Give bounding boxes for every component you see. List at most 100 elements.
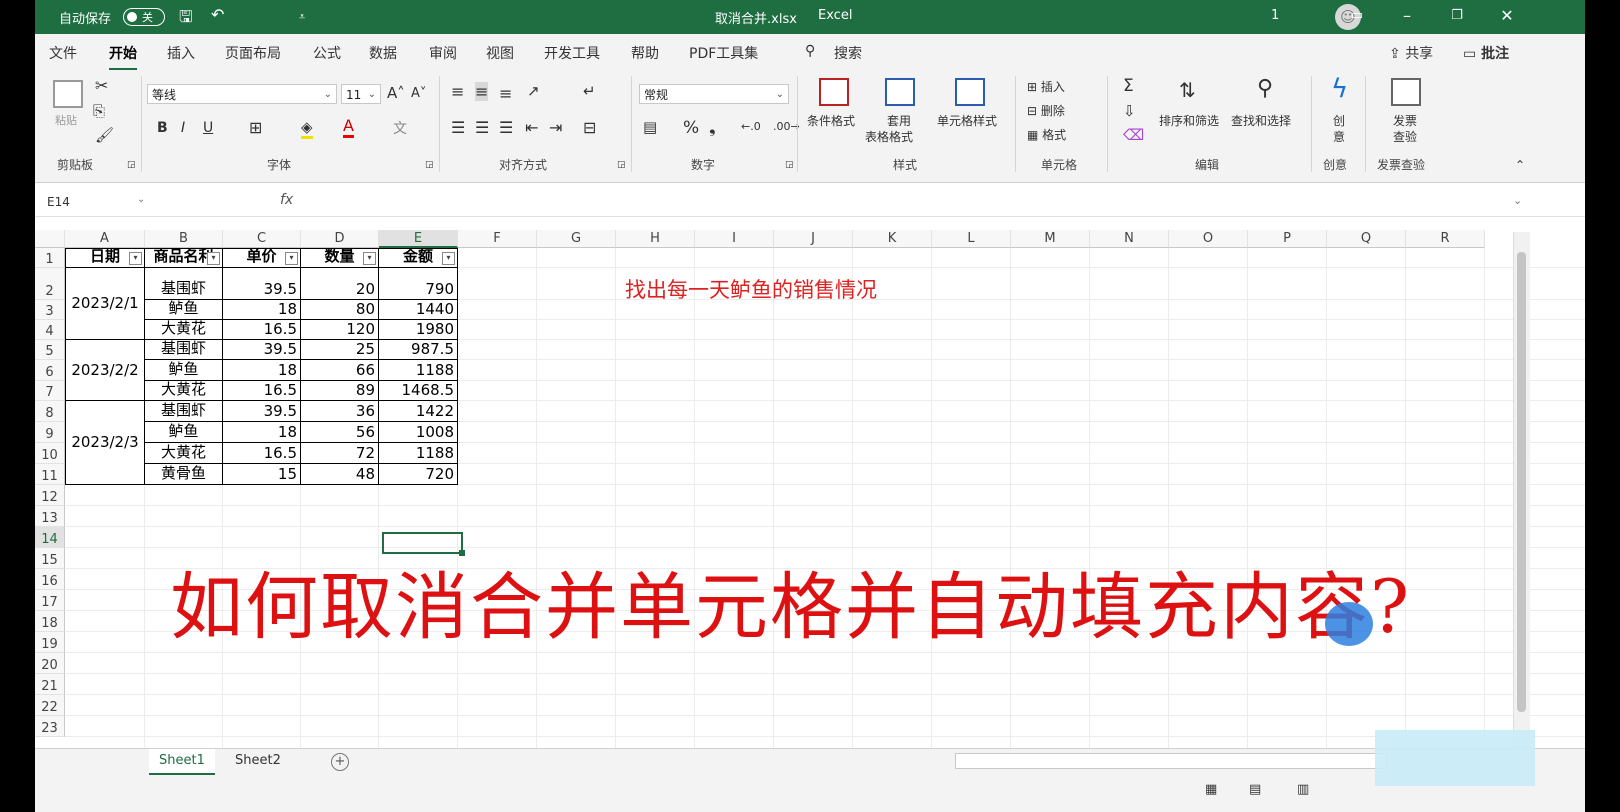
decrease-decimal-icon[interactable]: .00→ [773,120,800,133]
search-icon[interactable]: ⚲ [805,43,815,59]
table-cell[interactable]: 39.5 [223,268,301,300]
currency-icon[interactable]: ▤ [643,118,657,136]
collapse-ribbon-icon[interactable]: ⌃ [1515,158,1525,172]
table-cell[interactable]: 大黄花 [145,320,223,340]
table-cell[interactable]: 987.5 [379,340,458,360]
format-as-table-label-2[interactable]: 表格格式 [865,128,913,145]
header-cell-b[interactable]: 商品名利 ▾ [145,248,223,268]
row-header-14[interactable]: 14 [35,527,65,548]
close-icon[interactable]: ✕ [1497,6,1517,25]
table-cell[interactable]: 大黄花 [145,443,223,464]
tab-page-layout[interactable]: 页面布局 [225,43,281,63]
borders-icon[interactable]: ⊞ [249,118,262,137]
wrap-text-icon[interactable]: ↵ [583,82,596,100]
page-break-view-icon[interactable]: ▥ [1297,782,1309,797]
table-cell[interactable]: 1980 [379,320,458,340]
tab-home[interactable]: 开始 [109,43,137,71]
font-size-select[interactable]: 11 ⌄ [341,84,381,104]
row-header-11[interactable]: 11 [35,464,65,485]
horizontal-scrollbar[interactable] [955,753,1387,769]
merged-date-cell[interactable]: 2023/2/3 [65,401,145,485]
page-layout-view-icon[interactable]: ▤ [1249,782,1261,797]
filter-dropdown-icon[interactable]: ▾ [207,252,220,265]
align-middle-icon[interactable]: ≡ [475,82,489,101]
scrollbar-thumb[interactable] [1517,252,1526,712]
format-button[interactable]: ▦ 格式 [1027,126,1066,143]
table-cell[interactable]: 鲈鱼 [145,360,223,381]
table-cell[interactable]: 36 [301,401,379,422]
sheet-tab-sheet1[interactable]: Sheet1 [149,749,215,775]
table-cell[interactable]: 大黄花 [145,381,223,401]
column-header-f[interactable]: F [458,230,537,248]
column-header-q[interactable]: Q [1327,230,1406,248]
expand-formula-icon[interactable]: ⌄ [1513,194,1522,207]
tab-help[interactable]: 帮助 [631,43,659,63]
table-cell[interactable]: 黄骨鱼 [145,464,223,485]
row-header-16[interactable]: 16 [35,569,65,590]
filter-dropdown-icon[interactable]: ▾ [363,252,376,265]
sort-filter-label[interactable]: 排序和筛选 [1159,112,1219,129]
tab-pdf-tools[interactable]: PDF工具集 [689,43,758,63]
table-cell[interactable]: 120 [301,320,379,340]
copy-icon[interactable]: ⎘ [93,102,105,120]
fill-color-icon[interactable]: ◈ [301,118,313,139]
column-header-n[interactable]: N [1090,230,1169,248]
normal-view-icon[interactable]: ▦ [1205,782,1217,797]
row-header-4[interactable]: 4 [35,320,65,340]
table-cell[interactable]: 基围虾 [145,401,223,422]
table-cell[interactable]: 1008 [379,422,458,443]
table-cell[interactable]: 1468.5 [379,381,458,401]
tab-formulas[interactable]: 公式 [313,43,341,63]
invoice-label-1[interactable]: 发票 [1393,112,1417,129]
tab-developer[interactable]: 开发工具 [544,43,600,63]
find-select-label[interactable]: 查找和选择 [1231,112,1291,129]
row-header-3[interactable]: 3 [35,300,65,320]
column-header-c[interactable]: C [223,230,301,248]
ribbon-display-icon[interactable]: ▭ [1347,8,1367,23]
table-cell[interactable]: 72 [301,443,379,464]
italic-button[interactable]: I [181,120,185,136]
table-cell[interactable]: 39.5 [223,340,301,360]
cut-icon[interactable]: ✂ [95,76,108,95]
insert-button[interactable]: ⊞ 插入 [1027,78,1065,95]
minimize-icon[interactable]: – [1397,6,1417,25]
filter-dropdown-icon[interactable]: ▾ [285,252,298,265]
row-header-17[interactable]: 17 [35,590,65,611]
table-cell[interactable]: 790 [379,268,458,300]
alignment-launcher-icon[interactable]: ◲ [617,160,626,170]
format-painter-icon[interactable]: 🖌 [95,126,114,144]
increase-decimal-icon[interactable]: ←.0 [741,120,761,133]
font-color-icon[interactable]: A [343,116,354,138]
autosave-toggle[interactable]: 关 [123,8,165,26]
align-left-icon[interactable]: ☰ [451,118,465,137]
row-header-12[interactable]: 12 [35,485,65,506]
restore-icon[interactable]: ❐ [1447,8,1467,23]
table-cell[interactable]: 16.5 [223,381,301,401]
table-cell[interactable]: 48 [301,464,379,485]
row-header-2[interactable]: 2 [35,268,65,300]
merged-date-cell[interactable]: 2023/2/2 [65,340,145,401]
decrease-indent-icon[interactable]: ⇤ [525,118,538,137]
column-header-b[interactable]: B [145,230,223,248]
customize-toolbar-icon[interactable]: ⩡ [299,10,305,24]
row-header-5[interactable]: 5 [35,340,65,360]
table-cell[interactable]: 1422 [379,401,458,422]
invoice-check-icon[interactable] [1391,78,1421,106]
table-cell[interactable]: 89 [301,381,379,401]
vertical-scrollbar[interactable] [1513,232,1530,748]
search-box[interactable]: 搜索 [834,43,862,63]
add-sheet-icon[interactable]: + [331,753,349,771]
percent-button[interactable]: % [683,118,699,138]
align-right-icon[interactable]: ☰ [499,118,513,137]
row-header-6[interactable]: 6 [35,360,65,381]
align-center-icon[interactable]: ☰ [475,118,489,137]
table-cell[interactable]: 20 [301,268,379,300]
row-header-7[interactable]: 7 [35,381,65,401]
decrease-font-icon[interactable]: A˅ [411,86,426,101]
table-cell[interactable]: 18 [223,360,301,381]
table-cell[interactable]: 1188 [379,360,458,381]
fill-icon[interactable]: ⇩ [1123,102,1136,120]
merge-center-icon[interactable]: ⊟ [583,118,596,137]
table-cell[interactable]: 16.5 [223,320,301,340]
increase-font-icon[interactable]: A˄ [387,84,405,102]
